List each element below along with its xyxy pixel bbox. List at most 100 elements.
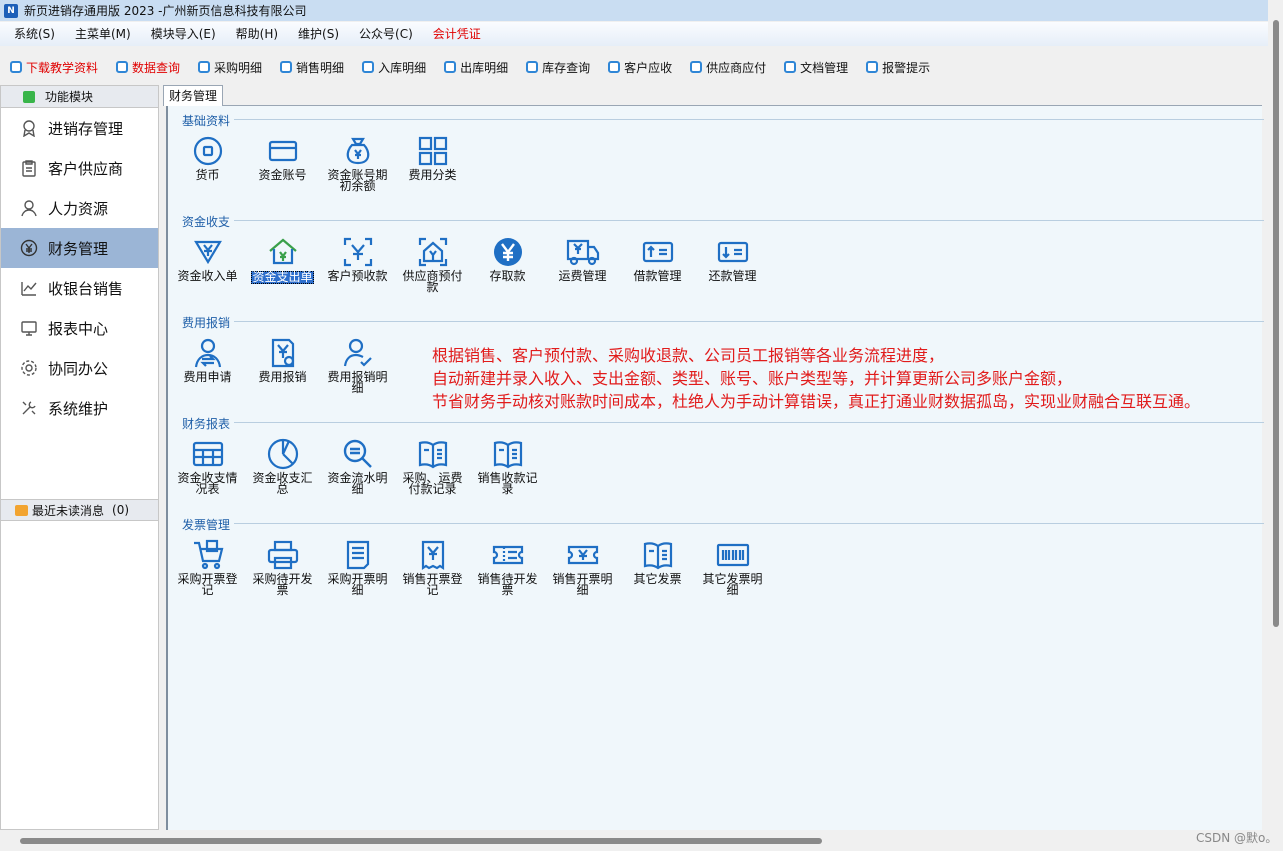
note-line: 自动新建并录入收入、支出金额、类型、账号、账户类型等，并计算更新公司多账户金额， <box>432 369 1073 388</box>
checkbox-icon <box>526 61 539 73</box>
item-reimbursement-detail[interactable]: 费用报销明细 <box>320 334 395 394</box>
app-logo-icon: N <box>4 3 18 18</box>
item-expense-application[interactable]: 费用申请 <box>170 334 245 383</box>
user-exchange-icon <box>194 338 221 368</box>
checkbox-icon <box>280 61 293 73</box>
item-purchase-freight-payment[interactable]: 采购、运费付款记录 <box>395 435 470 495</box>
sidebar-item-inventory[interactable]: 进销存管理 <box>1 108 158 148</box>
horizontal-scrollbar[interactable] <box>0 835 1268 847</box>
sidebar-item-customers[interactable]: 客户供应商 <box>1 148 158 188</box>
toolbar-document-management[interactable]: 文档管理 <box>784 59 848 76</box>
magnifier-icon <box>343 439 372 468</box>
menu-system[interactable]: 系统(S) <box>4 22 65 46</box>
user-check-icon <box>343 338 372 367</box>
window-title: 新页进销存通用版 2023 -广州新页信息科技有限公司 <box>24 4 307 18</box>
item-fund-status-report[interactable]: 资金收支情况表 <box>170 435 245 495</box>
dollar-book-icon <box>418 441 447 469</box>
card-icon <box>268 140 297 162</box>
checkbox-icon <box>10 61 22 73</box>
yen-down-icon <box>193 240 222 265</box>
checkbox-icon <box>198 61 211 73</box>
item-purchase-pending-invoice[interactable]: 采购待开发票 <box>245 536 320 596</box>
table-icon <box>192 441 223 467</box>
toolbar-alarm-prompt[interactable]: 报警提示 <box>866 59 930 76</box>
sidebar-item-pos[interactable]: 收银台销售 <box>1 268 158 308</box>
toolbar-supplier-payable[interactable]: 供应商应付 <box>690 59 766 76</box>
money-bag-icon <box>346 137 369 165</box>
item-fund-summary[interactable]: 资金收支汇总 <box>245 435 320 495</box>
item-other-invoice-detail[interactable]: 其它发票明细 <box>695 536 770 596</box>
item-sales-pending-invoice[interactable]: 销售待开发票 <box>470 536 545 596</box>
item-deposit-withdraw[interactable]: 存取款 <box>470 233 545 282</box>
vertical-scrollbar[interactable] <box>1268 0 1283 851</box>
scrollbar-thumb[interactable] <box>1273 20 1279 627</box>
dollar-book-icon <box>493 441 522 469</box>
barcode-icon <box>716 543 749 567</box>
sidebar-item-hr[interactable]: 人力资源 <box>1 188 158 228</box>
menu-bar: 系统(S) 主菜单(M) 模块导入(E) 帮助(H) 维护(S) 公众号(C) … <box>0 22 1268 46</box>
user-icon <box>21 200 37 217</box>
clipboard-icon <box>22 160 36 177</box>
item-other-invoice[interactable]: 其它发票 <box>620 536 695 585</box>
note-line: 根据销售、客户预付款、采购收退款、公司员工报销等各业务流程进度， <box>432 346 945 365</box>
toolbar-stock-out-detail[interactable]: 出库明细 <box>444 59 508 76</box>
feature-description: 根据销售、客户预付款、采购收退款、公司员工报销等各业务流程进度， 自动新建并录入… <box>432 344 1200 413</box>
item-sales-invoice-register[interactable]: 销售开票登记 <box>395 536 470 596</box>
sidebar-item-system-maintenance[interactable]: 系统维护 <box>1 388 158 428</box>
item-freight-management[interactable]: 运费管理 <box>545 233 620 282</box>
watermark: CSDN @默o。 <box>1196 831 1278 845</box>
menu-help[interactable]: 帮助(H) <box>226 22 288 46</box>
menu-main[interactable]: 主菜单(M) <box>65 22 141 46</box>
toolbar-sales-detail[interactable]: 销售明细 <box>280 59 344 76</box>
recent-messages-bar[interactable]: 最近未读消息 (0) <box>1 499 158 521</box>
menu-official-account[interactable]: 公众号(C) <box>349 22 423 46</box>
item-supplier-prepayment[interactable]: 供应商预付款 <box>395 233 470 293</box>
group-divider <box>230 119 1264 120</box>
item-expense-reimburse[interactable]: 费用报销 <box>245 334 320 383</box>
checkbox-icon <box>608 61 621 73</box>
toolbar-customer-receivable[interactable]: 客户应收 <box>608 59 672 76</box>
module-panel: 基础资料 货币 资金账号 资金账号期初余额 费用分类 资金收支 资金收入单 资金… <box>166 106 1264 830</box>
item-purchase-invoice-detail[interactable]: 采购开票明细 <box>320 536 395 596</box>
sidebar-item-reports[interactable]: 报表中心 <box>1 308 158 348</box>
item-customer-prepayment[interactable]: 客户预收款 <box>320 233 395 282</box>
group-title: 发票管理 <box>182 516 235 533</box>
item-sales-invoice-detail[interactable]: 销售开票明细 <box>545 536 620 596</box>
toolbar-inventory-query[interactable]: 库存查询 <box>526 59 590 76</box>
toolbar-download-materials[interactable]: 下载教学资料 <box>10 59 98 76</box>
item-fund-account[interactable]: 资金账号 <box>245 132 320 181</box>
repay-card-icon <box>717 241 748 263</box>
dollar-book-icon <box>643 542 672 570</box>
tab-finance[interactable]: 财务管理 <box>163 85 224 106</box>
play-icon <box>23 90 35 103</box>
toolbar-purchase-detail[interactable]: 采购明细 <box>198 59 262 76</box>
item-fund-expense[interactable]: 资金支出单 <box>245 233 320 284</box>
menu-maintain[interactable]: 维护(S) <box>288 22 349 46</box>
checkbox-icon <box>690 61 703 73</box>
item-currency[interactable]: 货币 <box>170 132 245 181</box>
sidebar-item-collaboration[interactable]: 协同办公 <box>1 348 158 388</box>
group-title: 费用报销 <box>182 314 235 331</box>
badge-icon <box>23 120 35 137</box>
item-sales-receipt-record[interactable]: 销售收款记录 <box>470 435 545 495</box>
group-divider <box>230 523 1264 524</box>
toolbar-data-query[interactable]: 数据查询 <box>116 59 180 76</box>
group-divider <box>230 220 1264 221</box>
sidebar-header: 功能模块 <box>1 86 158 108</box>
ticket-icon <box>492 545 523 565</box>
item-expense-category[interactable]: 费用分类 <box>395 132 470 181</box>
sidebar-item-finance[interactable]: 财务管理 <box>1 228 158 268</box>
item-repayment-management[interactable]: 还款管理 <box>695 233 770 282</box>
item-opening-balance[interactable]: 资金账号期初余额 <box>320 132 395 192</box>
item-loan-management[interactable]: 借款管理 <box>620 233 695 282</box>
scrollbar-thumb[interactable] <box>20 838 822 844</box>
item-fund-income[interactable]: 资金收入单 <box>170 233 245 282</box>
item-fund-flow-detail[interactable]: 资金流水明细 <box>320 435 395 495</box>
quick-toolbar: 下载教学资料 数据查询 采购明细 销售明细 入库明细 出库明细 库存查询 客户应… <box>0 54 1268 80</box>
menu-accounting-voucher[interactable]: 会计凭证 <box>423 22 491 46</box>
toolbar-stock-in-detail[interactable]: 入库明细 <box>362 59 426 76</box>
menu-module-import[interactable]: 模块导入(E) <box>141 22 226 46</box>
title-bar: N 新页进销存通用版 2023 -广州新页信息科技有限公司 <box>0 0 1268 21</box>
loan-card-icon <box>642 241 673 263</box>
item-purchase-invoice-register[interactable]: 采购开票登记 <box>170 536 245 596</box>
